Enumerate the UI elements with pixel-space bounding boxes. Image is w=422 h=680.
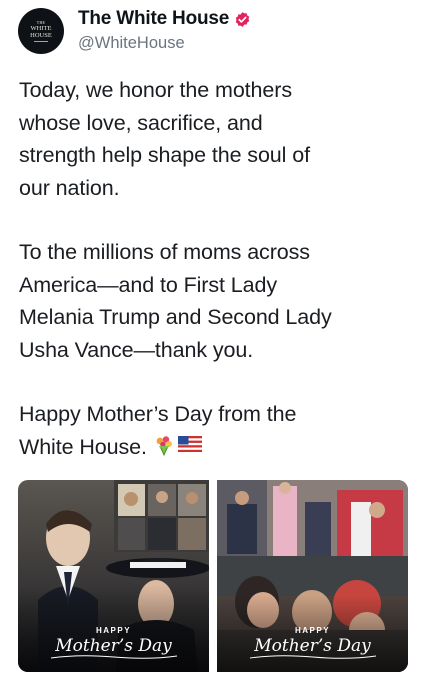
tweet-paragraph: To the millions of moms across America—a… — [19, 240, 332, 362]
tweet-paragraph: Happy Mother’s Day from the White House. — [19, 398, 414, 463]
account-name[interactable]: The White House — [78, 8, 229, 30]
bouquet-icon — [156, 435, 172, 456]
caption-title: Mother’s Day — [55, 636, 172, 656]
mothers-day-caption: HAPPY Mother’s Day — [18, 626, 209, 660]
name-row: The White House — [78, 8, 251, 30]
tweet-text: Today, we honor the mothers whose love, … — [19, 74, 414, 463]
tweet-paragraph: Today, we honor the mothers whose love, … — [19, 78, 310, 200]
emoji-group — [153, 435, 202, 457]
media-grid: HAPPY Mother’s Day HAPPY Mother’s Day — [18, 480, 408, 672]
avatar-rule — [34, 40, 48, 42]
avatar-line: WHITE — [30, 24, 52, 32]
mothers-day-photo-1[interactable]: HAPPY Mother’s Day — [18, 480, 209, 672]
caption-happy: HAPPY — [294, 626, 331, 635]
mothers-day-photo-2[interactable]: HAPPY Mother’s Day — [217, 480, 408, 672]
caption-title: Mother’s Day — [254, 636, 371, 656]
verified-badge-icon — [235, 11, 250, 27]
account-handle[interactable]: @WhiteHouse — [78, 34, 185, 53]
avatar-line: HOUSE — [30, 31, 52, 39]
tweet-header: THE WHITE HOUSE The White House @WhiteHo… — [18, 6, 408, 56]
caption-happy: HAPPY — [95, 626, 132, 635]
white-house-avatar[interactable]: THE WHITE HOUSE — [18, 8, 64, 54]
mothers-day-caption: HAPPY Mother’s Day — [217, 626, 408, 660]
us-flag-icon — [177, 435, 202, 452]
